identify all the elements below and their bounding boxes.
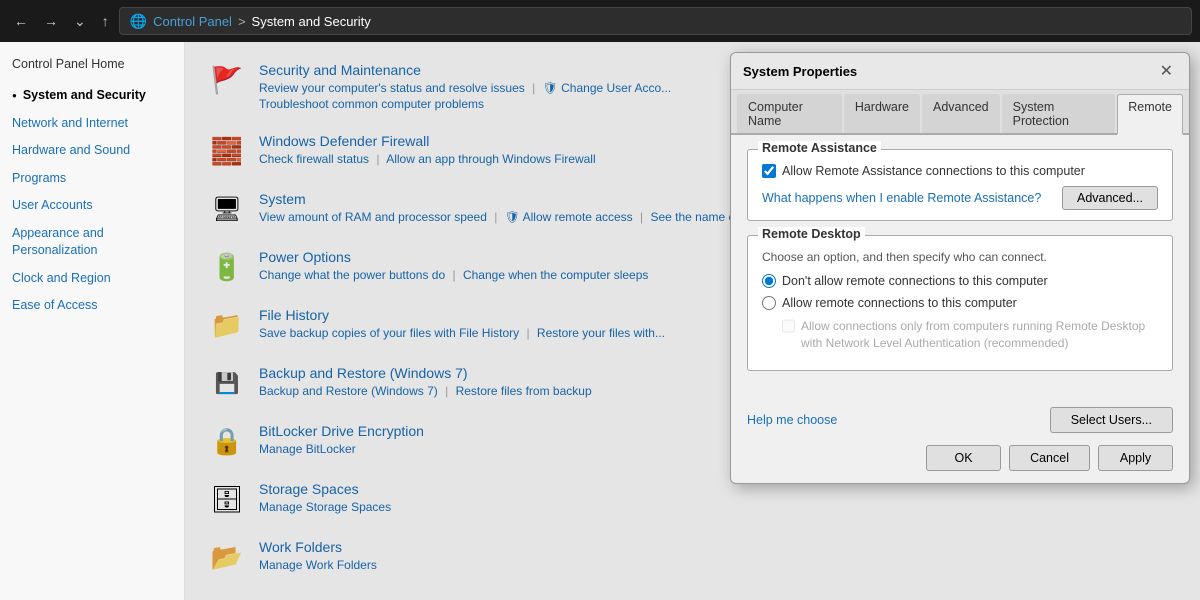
dialog-titlebar: System Properties ✕	[731, 53, 1189, 90]
sidebar-item-clock-region[interactable]: Clock and Region	[0, 265, 184, 293]
system-properties-dialog: System Properties ✕ Computer Name Hardwa…	[730, 52, 1190, 484]
sidebar-item-appearance[interactable]: Appearance and Personalization	[0, 220, 184, 265]
sidebar-item-ease-access[interactable]: Ease of Access	[0, 292, 184, 320]
select-users-button[interactable]: Select Users...	[1050, 407, 1173, 433]
up-button[interactable]: ↑	[96, 9, 115, 33]
nla-checkbox	[782, 319, 795, 333]
remote-desktop-group-title: Remote Desktop	[758, 227, 865, 241]
help-me-choose-link[interactable]: Help me choose	[747, 413, 837, 427]
sidebar-item-user-accounts[interactable]: User Accounts	[0, 192, 184, 220]
allow-label: Allow remote connections to this compute…	[782, 296, 1017, 310]
tab-advanced[interactable]: Advanced	[922, 94, 1000, 133]
address-part-1: Control Panel	[153, 14, 232, 29]
address-sep-1: >	[238, 14, 246, 29]
sidebar-label-programs: Programs	[12, 170, 66, 188]
dialog-overlay: System Properties ✕ Computer Name Hardwa…	[185, 42, 1200, 600]
apply-button[interactable]: Apply	[1098, 445, 1173, 471]
sidebar-home[interactable]: Control Panel Home	[0, 52, 184, 76]
remote-assistance-group-title: Remote Assistance	[758, 141, 881, 155]
address-bar[interactable]: 🌐 Control Panel > System and Security	[119, 7, 1192, 35]
dialog-footer: Help me choose Select Users...	[731, 399, 1189, 445]
nla-label: Allow connections only from computers ru…	[801, 318, 1158, 352]
top-bar: ← → ⌄ ↑ 🌐 Control Panel > System and Sec…	[0, 0, 1200, 42]
sidebar-label-clock-region: Clock and Region	[12, 270, 111, 288]
dialog-title: System Properties	[743, 64, 857, 79]
dont-allow-label: Don't allow remote connections to this c…	[782, 274, 1048, 288]
tab-system-protection[interactable]: System Protection	[1002, 94, 1116, 133]
sidebar: Control Panel Home System and Security N…	[0, 42, 185, 600]
globe-icon: 🌐	[130, 13, 147, 30]
sidebar-label-hardware-sound: Hardware and Sound	[12, 142, 130, 160]
sidebar-item-programs[interactable]: Programs	[0, 165, 184, 193]
cancel-button[interactable]: Cancel	[1009, 445, 1090, 471]
down-button[interactable]: ⌄	[68, 9, 92, 34]
back-button[interactable]: ←	[8, 9, 34, 33]
sidebar-label-network-internet: Network and Internet	[12, 115, 128, 133]
address-part-2: System and Security	[252, 14, 371, 29]
dialog-tabs: Computer Name Hardware Advanced System P…	[731, 90, 1189, 135]
content-area: 🚩 Security and Maintenance Review your c…	[185, 42, 1200, 600]
dialog-close-button[interactable]: ✕	[1156, 61, 1177, 81]
forward-button[interactable]: →	[38, 9, 64, 33]
allow-remote-assistance-row: Allow Remote Assistance connections to t…	[762, 164, 1158, 178]
sidebar-label-user-accounts: User Accounts	[12, 197, 93, 215]
allow-remote-assistance-label: Allow Remote Assistance connections to t…	[782, 164, 1085, 178]
dont-allow-radio[interactable]	[762, 274, 776, 288]
remote-desktop-group: Remote Desktop Choose an option, and the…	[747, 235, 1173, 371]
remote-desktop-help-text: Choose an option, and then specify who c…	[762, 250, 1158, 264]
tab-remote[interactable]: Remote	[1117, 94, 1183, 135]
nla-option-row: Allow connections only from computers ru…	[782, 318, 1158, 352]
tab-computer-name[interactable]: Computer Name	[737, 94, 842, 133]
sidebar-label-ease-access: Ease of Access	[12, 297, 97, 315]
sidebar-label-appearance: Appearance and Personalization	[12, 225, 172, 260]
sidebar-item-network-internet[interactable]: Network and Internet	[0, 110, 184, 138]
remote-assistance-help-link[interactable]: What happens when I enable Remote Assist…	[762, 191, 1041, 205]
sidebar-label-system-security: System and Security	[23, 87, 146, 105]
remote-assistance-group: Remote Assistance Allow Remote Assistanc…	[747, 149, 1173, 221]
dont-allow-radio-row: Don't allow remote connections to this c…	[762, 274, 1158, 288]
dialog-body: Remote Assistance Allow Remote Assistanc…	[731, 135, 1189, 399]
main-layout: Control Panel Home System and Security N…	[0, 42, 1200, 600]
allow-radio-row: Allow remote connections to this compute…	[762, 296, 1158, 310]
remote-assistance-advanced-button[interactable]: Advanced...	[1062, 186, 1158, 210]
allow-remote-assistance-checkbox[interactable]	[762, 164, 776, 178]
tab-hardware[interactable]: Hardware	[844, 94, 920, 133]
sidebar-item-system-security[interactable]: System and Security	[0, 82, 184, 110]
ok-button[interactable]: OK	[926, 445, 1001, 471]
sidebar-item-hardware-sound[interactable]: Hardware and Sound	[0, 137, 184, 165]
allow-radio[interactable]	[762, 296, 776, 310]
